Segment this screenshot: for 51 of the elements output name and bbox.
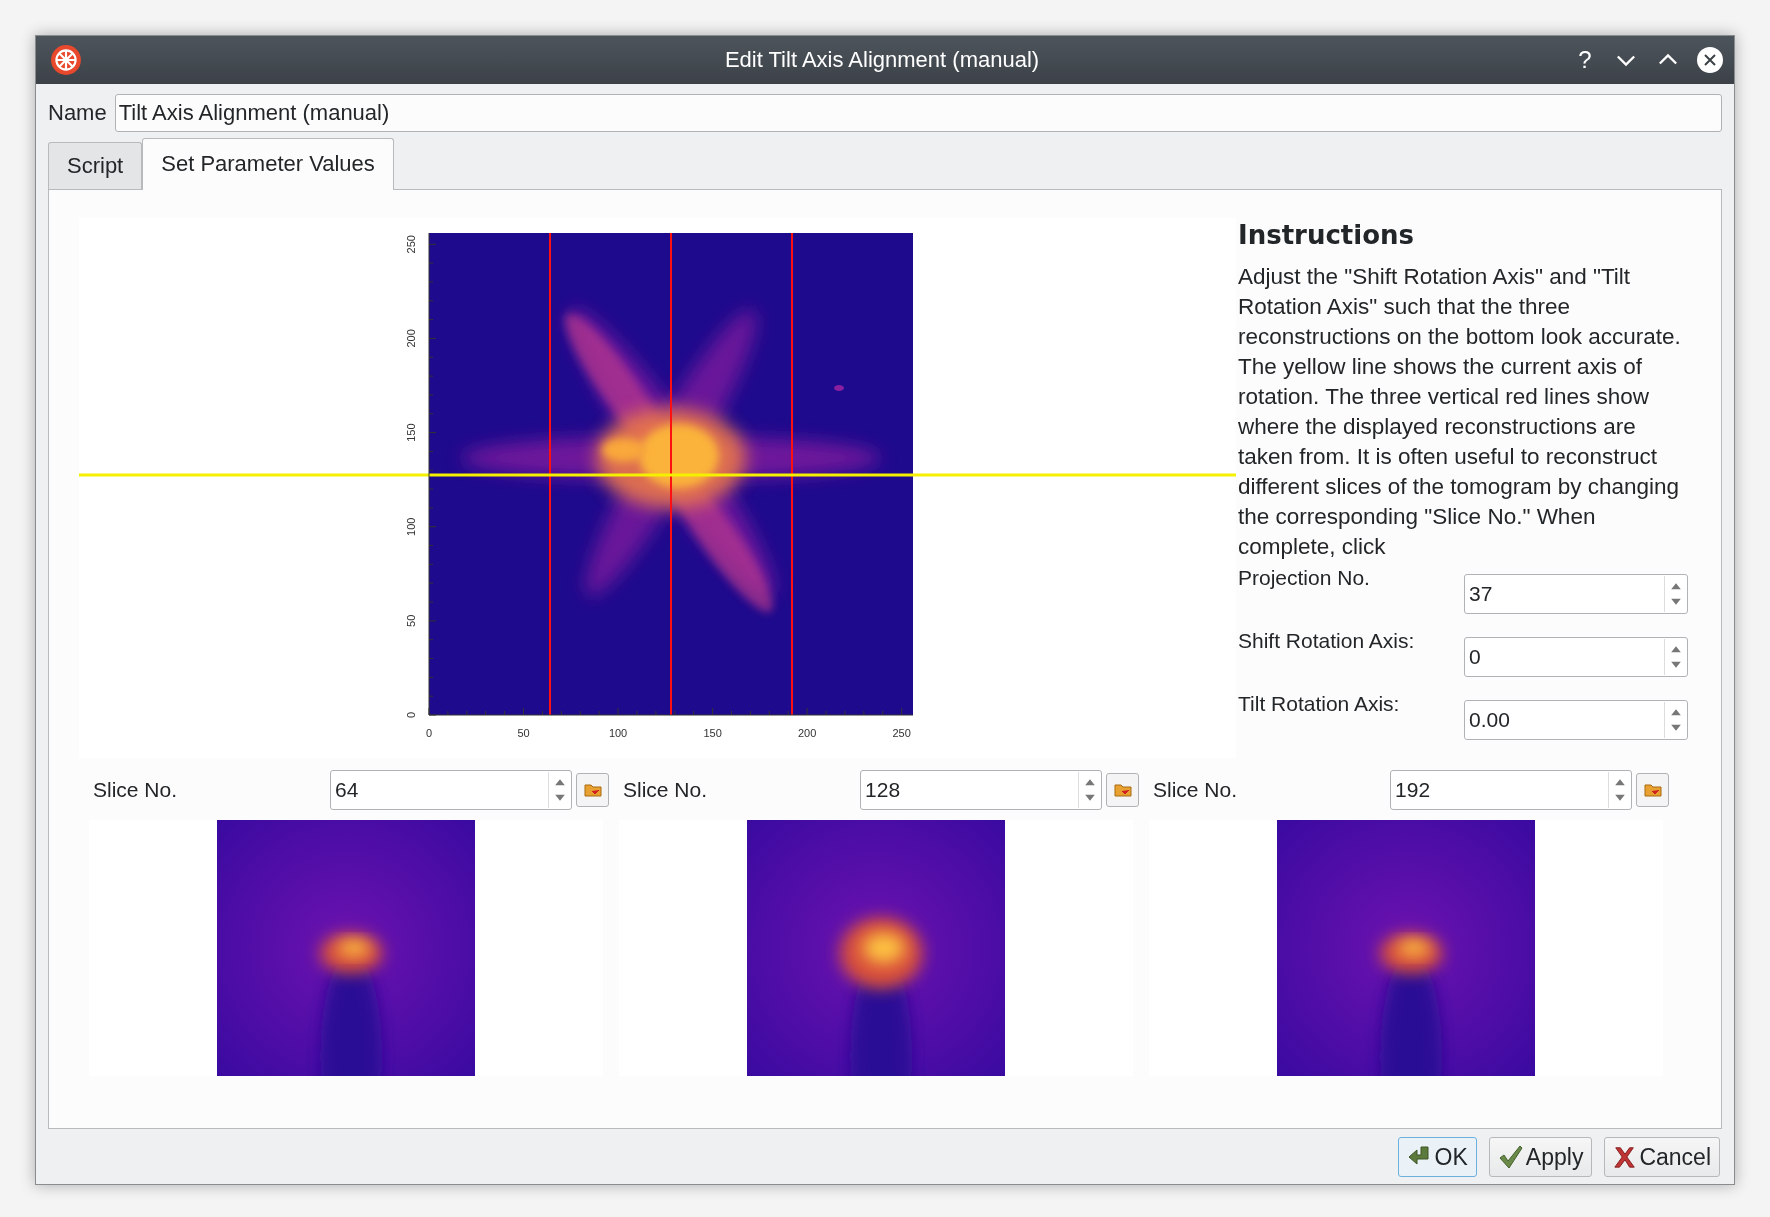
- parameter-label: Projection No.: [1238, 566, 1370, 590]
- spin-box[interactable]: 0: [1464, 637, 1688, 677]
- tab[interactable]: Set Parameter Values: [142, 138, 394, 190]
- spin-box[interactable]: 37: [1464, 574, 1688, 614]
- open-folder-button[interactable]: [1106, 773, 1139, 807]
- tick-label: 150: [405, 423, 417, 442]
- number-field[interactable]: 0: [1465, 645, 1664, 669]
- tick-label: 250: [892, 727, 911, 739]
- tick-label: 150: [703, 727, 722, 739]
- close-icon[interactable]: [1696, 46, 1724, 74]
- number-field[interactable]: 128: [861, 778, 1079, 802]
- slice-label: Slice No.: [1152, 778, 1239, 802]
- folder-icon: [1643, 782, 1662, 798]
- folder-icon: [1113, 782, 1132, 798]
- number-field[interactable]: 0.00: [1465, 708, 1664, 732]
- window-title: Edit Tilt Axis Alignment (manual): [723, 47, 1041, 73]
- open-folder-button[interactable]: [576, 773, 609, 807]
- tick-label: 200: [797, 727, 817, 739]
- dialog-button[interactable]: Apply: [1488, 1137, 1593, 1177]
- help-button[interactable]: ?: [1572, 46, 1598, 74]
- slice-label: Slice No.: [92, 778, 179, 802]
- tick-label: 0: [425, 727, 433, 739]
- app-icon: [50, 44, 82, 76]
- number-field[interactable]: 192: [1391, 778, 1609, 802]
- spin-box[interactable]: 128: [860, 770, 1103, 810]
- number-field[interactable]: 64: [331, 778, 549, 802]
- folder-icon: [583, 782, 602, 798]
- tick-label: 50: [517, 727, 530, 739]
- open-folder-button[interactable]: [1636, 773, 1669, 807]
- check-icon: [1497, 1144, 1524, 1170]
- parameter-label: Shift Rotation Axis:: [1238, 629, 1415, 653]
- dialog-button[interactable]: Cancel: [1604, 1137, 1720, 1177]
- tick-label: 50: [405, 614, 417, 627]
- tick-label: 0: [405, 711, 417, 719]
- instructions-heading: Instructions: [1238, 220, 1416, 250]
- tab[interactable]: Script: [48, 142, 143, 189]
- name-field[interactable]: Tilt Axis Alignment (manual): [114, 94, 1722, 132]
- number-field[interactable]: 37: [1465, 582, 1664, 606]
- spin-box[interactable]: 0.00: [1464, 700, 1688, 740]
- spin-box[interactable]: 192: [1390, 770, 1633, 810]
- slice-label: Slice No.: [622, 778, 709, 802]
- instructions-text: Adjust the "Shift Rotation Axis" and "Tilt Rotation Axis" such that the three reconstructions on the bottom look accurate. The yellow line shows the current axis of rotation. The three vertical red lines show where the displayed reconstructions are taken from. It is often useful to reconstruct different slices of the tomogram by changing the corresponding "Slice No." When complete, click: [1238, 263, 1682, 561]
- tick-label: 250: [405, 235, 417, 254]
- tick-label: 100: [608, 727, 628, 739]
- tick-label: 100: [405, 517, 417, 536]
- name-label: Name: [48, 100, 107, 126]
- tick-label: 200: [405, 329, 417, 348]
- parameter-label: Tilt Rotation Axis:: [1238, 692, 1400, 716]
- cross-icon: [1613, 1144, 1638, 1170]
- spin-box[interactable]: 64: [330, 770, 573, 810]
- dialog-button[interactable]: OK: [1397, 1137, 1477, 1177]
